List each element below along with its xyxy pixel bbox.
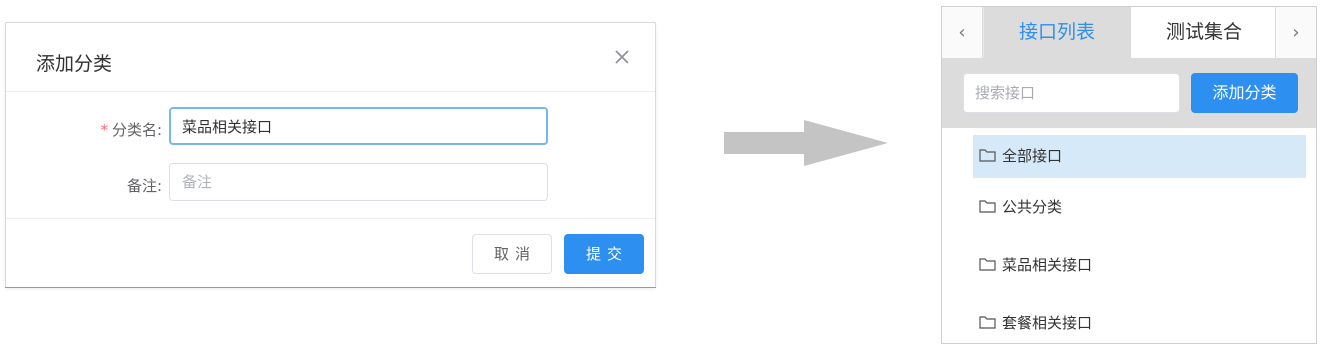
category-name-input[interactable] <box>169 107 548 145</box>
folder-icon <box>979 199 996 213</box>
tree-item-label: 菜品相关接口 <box>1002 256 1093 274</box>
tab-bar: ‹ 接口列表 测试集合 › <box>942 7 1316 59</box>
tree-item-dish[interactable]: 菜品相关接口 <box>973 244 1306 287</box>
toolbar: 添加分类 <box>942 58 1316 128</box>
dialog-footer-divider <box>6 218 655 219</box>
tree-item-all[interactable]: 全部接口 <box>973 135 1306 178</box>
tree-item-label: 公共分类 <box>1002 198 1063 216</box>
tree-item-public[interactable]: 公共分类 <box>973 186 1306 229</box>
tree-item-setmeal[interactable]: 套餐相关接口 <box>973 302 1306 343</box>
folder-icon <box>979 148 996 162</box>
note-label: 备注: <box>126 177 162 195</box>
tab-test-collection[interactable]: 测试集合 <box>1130 7 1278 58</box>
add-category-button[interactable]: 添加分类 <box>1191 73 1298 113</box>
category-name-label: * 分类名: <box>100 121 162 139</box>
tab-interface-list[interactable]: 接口列表 <box>984 7 1130 58</box>
search-input[interactable] <box>963 73 1180 113</box>
dialog-header-divider <box>6 91 655 92</box>
right-arrow-icon <box>724 120 888 166</box>
tab-prev-icon[interactable]: ‹ <box>942 7 983 58</box>
submit-button[interactable]: 提交 <box>564 234 644 274</box>
add-category-dialog: 添加分类 *分类名: 备注: 取消 提交 <box>5 22 656 288</box>
folder-icon <box>979 315 996 329</box>
tree-item-label: 全部接口 <box>1002 147 1063 165</box>
close-icon[interactable] <box>612 47 632 67</box>
tree-item-label: 套餐相关接口 <box>1002 314 1093 332</box>
required-mark: * <box>100 121 108 139</box>
note-input[interactable] <box>169 163 548 201</box>
tab-next-icon[interactable]: › <box>1275 7 1316 58</box>
dialog-title: 添加分类 <box>36 53 113 75</box>
cancel-button[interactable]: 取消 <box>472 234 552 274</box>
interface-panel: ‹ 接口列表 测试集合 › 添加分类 全部接口 公共分类 菜品相关接口 套餐相关… <box>941 6 1317 344</box>
folder-icon <box>979 257 996 271</box>
